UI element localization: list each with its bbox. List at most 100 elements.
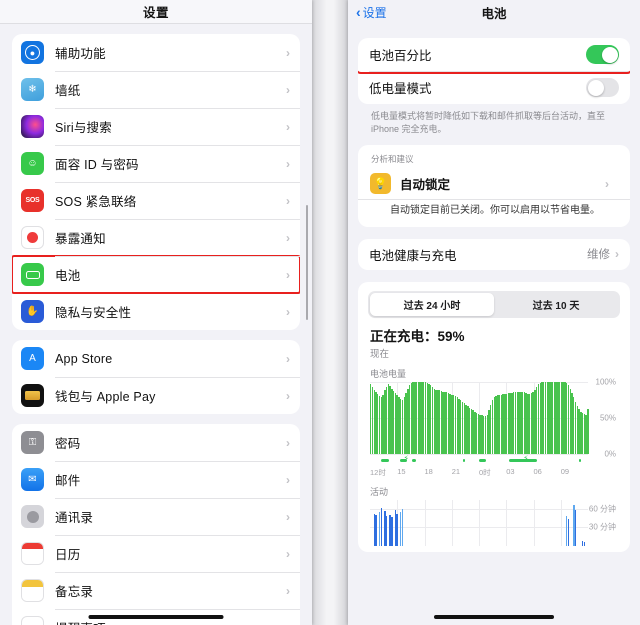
tab-last-10-days[interactable]: 过去 10 天 xyxy=(494,293,618,316)
sidebar-item-calendar[interactable]: 日历 › xyxy=(12,535,300,572)
battery-health-label: 电池健康与充电 xyxy=(369,248,457,263)
reminders-icon: ≡ xyxy=(21,616,44,625)
sidebar-item-label: Siri与搜索 xyxy=(55,121,112,135)
sidebar-item-wallpaper[interactable]: ❄ 墙纸 › xyxy=(12,71,300,108)
low-power-mode-toggle[interactable] xyxy=(586,78,619,97)
notes-icon xyxy=(21,579,44,602)
sidebar-item-notes[interactable]: 备忘录 › xyxy=(12,572,300,609)
chevron-right-icon: › xyxy=(286,546,290,561)
wallet-icon xyxy=(21,384,44,407)
x-axis-tick-label: 12时 xyxy=(370,467,386,477)
page-title: 设置 xyxy=(142,6,169,20)
settings-list-panel: 设置 ● 辅助功能 › ❄ 墙纸 › Siri与搜索 › ☺ 面容 ID 与密码 › SOS SOS 紧… xyxy=(0,0,312,625)
sidebar-item-privacy[interactable]: ✋ 隐私与安全性 › xyxy=(12,293,300,330)
analysis-group: 分析和建议 💡 自动锁定 › 自动锁定目前已关闭。你可以启用以节省电量。 xyxy=(358,145,630,227)
chart-bars xyxy=(370,500,588,546)
activity-chart: 60 分钟 30 分钟 xyxy=(370,499,618,546)
sidebar-item-label: 辅助功能 xyxy=(55,47,106,61)
chevron-right-icon: › xyxy=(286,621,290,625)
home-indicator xyxy=(434,615,554,619)
sidebar-item-siri[interactable]: Siri与搜索 › xyxy=(12,108,300,145)
y-axis-tick-label: 50% xyxy=(599,413,616,423)
x-axis-tick-label: 03 xyxy=(506,466,515,476)
sidebar-item-label: 备忘录 xyxy=(55,585,94,599)
battery-chart-x-axis: 12时 15 18 21 0时 03 06 09 xyxy=(370,467,588,478)
x-axis-tick-label: 0时 xyxy=(479,467,491,477)
exposure-notification-icon xyxy=(21,226,44,249)
sidebar-item-sos[interactable]: SOS SOS 紧急联络 › xyxy=(12,182,300,219)
battery-percentage-label: 电池百分比 xyxy=(369,49,432,63)
battery-percentage-row[interactable]: 电池百分比 xyxy=(358,38,630,74)
chevron-left-icon: ‹ xyxy=(356,4,361,20)
charging-segment xyxy=(479,458,487,462)
app-store-icon: A xyxy=(21,347,44,370)
activity-chart-title: 活动 xyxy=(370,486,389,497)
charging-segment xyxy=(412,458,416,462)
left-nav-bar: 设置 xyxy=(0,0,312,24)
battery-percentage-toggle[interactable] xyxy=(586,45,619,64)
sidebar-item-label: 面容 ID 与密码 xyxy=(55,158,139,172)
sidebar-item-battery[interactable]: 电池 › xyxy=(12,255,300,294)
auto-lock-row[interactable]: 💡 自动锁定 › xyxy=(358,168,630,199)
sidebar-item-accessibility[interactable]: ● 辅助功能 › xyxy=(12,34,300,71)
sos-icon: SOS xyxy=(21,189,44,212)
sidebar-item-label: 隐私与安全性 xyxy=(55,306,132,320)
siri-icon xyxy=(21,115,44,138)
lightning-bolt-icon: ⚡ xyxy=(522,453,529,463)
x-axis-tick-label: 15 xyxy=(397,466,406,476)
y-axis-tick-label: 30 分钟 xyxy=(588,522,616,532)
passwords-icon: ⚿ xyxy=(21,431,44,454)
accessibility-icon: ● xyxy=(21,41,44,64)
chevron-right-icon: › xyxy=(286,304,290,319)
calendar-icon xyxy=(21,542,44,565)
charging-segment xyxy=(380,458,390,462)
x-axis-tick-label: 18 xyxy=(424,466,433,476)
settings-group: A App Store › 钱包与 Apple Pay › xyxy=(12,340,300,414)
x-axis-tick-label: 21 xyxy=(451,466,461,476)
chevron-right-icon: › xyxy=(286,435,290,450)
chevron-right-icon: › xyxy=(615,247,619,262)
lightbulb-icon: 💡 xyxy=(370,173,391,195)
y-axis-tick-label: 60 分钟 xyxy=(588,504,616,514)
tab-last-24-hours[interactable]: 过去 24 小时 xyxy=(370,292,494,316)
settings-group: ⚿密码›✉邮件›通讯录›日历›备忘录›≡提醒事项› xyxy=(12,424,300,625)
sidebar-item-label: 暴露通知 xyxy=(55,232,106,246)
chevron-right-icon: › xyxy=(286,45,290,60)
sidebar-item-contacts[interactable]: 通讯录 › xyxy=(12,498,300,535)
battery-level-chart-title: 电池电量 xyxy=(370,368,407,379)
chevron-right-icon: › xyxy=(286,156,290,171)
sidebar-item-label: 密码 xyxy=(55,437,81,451)
back-button[interactable]: ‹ 设置 xyxy=(356,4,387,21)
sidebar-item-label: 邮件 xyxy=(55,474,81,488)
battery-icon xyxy=(21,263,44,286)
chevron-right-icon: › xyxy=(286,230,290,245)
x-axis-tick-label: 06 xyxy=(533,466,542,476)
sidebar-item-face-id[interactable]: ☺ 面容 ID 与密码 › xyxy=(12,145,300,182)
battery-toggles-group: 电池百分比 低电量模式 xyxy=(358,38,630,104)
sidebar-item-exposure-notification[interactable]: 暴露通知 › xyxy=(12,219,300,256)
low-power-mode-row[interactable]: 低电量模式 xyxy=(358,71,630,104)
sidebar-item-label: SOS 紧急联络 xyxy=(55,195,137,209)
chevron-right-icon: › xyxy=(286,472,290,487)
low-power-mode-label: 低电量模式 xyxy=(369,82,432,96)
sidebar-item-app-store[interactable]: A App Store › xyxy=(12,340,300,377)
chevron-right-icon: › xyxy=(286,509,290,524)
chevron-right-icon: › xyxy=(286,583,290,598)
settings-scroll-area[interactable]: ● 辅助功能 › ❄ 墙纸 › Siri与搜索 › ☺ 面容 ID 与密码 › SOS SOS 紧急联络… xyxy=(0,24,312,625)
home-indicator xyxy=(88,615,224,619)
charging-segment xyxy=(579,458,581,462)
sidebar-item-mail[interactable]: ✉ 邮件 › xyxy=(12,461,300,498)
chevron-right-icon: › xyxy=(286,119,290,134)
panel-divider xyxy=(312,0,348,625)
time-range-segmented-control[interactable]: 过去 24 小时 过去 10 天 xyxy=(368,290,620,318)
sidebar-item-label: 提醒事项 xyxy=(55,618,286,625)
sidebar-item-wallet[interactable]: 钱包与 Apple Pay › xyxy=(12,377,300,414)
chevron-right-icon: › xyxy=(286,388,290,403)
auto-lock-note: 自动锁定目前已关闭。你可以启用以节省电量。 xyxy=(358,199,630,227)
sidebar-item-passwords[interactable]: ⚿ 密码 › xyxy=(12,424,300,461)
scrollbar[interactable] xyxy=(305,205,308,320)
sidebar-item-label: 通讯录 xyxy=(55,511,94,525)
sidebar-item-label: 日历 xyxy=(55,548,81,562)
mail-icon: ✉ xyxy=(21,468,44,491)
battery-health-row[interactable]: 电池健康与充电 维修 › xyxy=(358,239,630,270)
